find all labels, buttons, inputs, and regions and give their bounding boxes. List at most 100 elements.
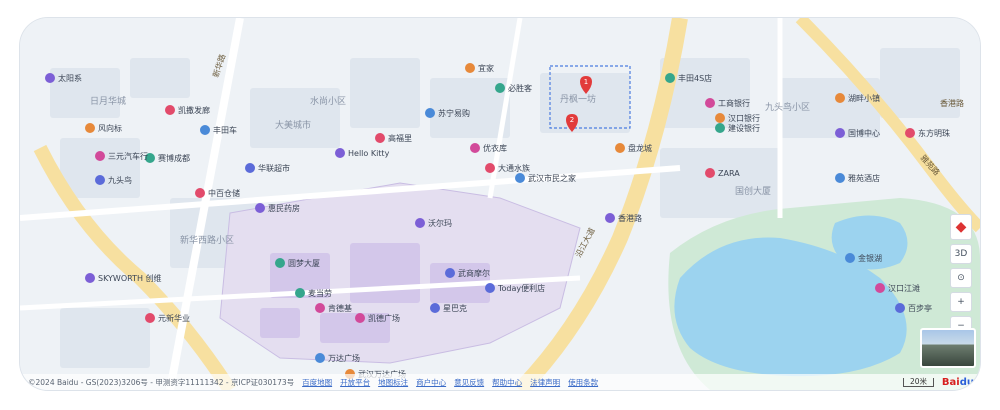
poi-marker[interactable]: 百步亭 (895, 303, 932, 313)
poi-icon (485, 283, 495, 293)
poi-label: 工商银行 (718, 98, 750, 108)
map-controls: ◆ 3D ⊙ + − (950, 214, 972, 340)
footer-link-3[interactable]: 商户中心 (416, 377, 446, 388)
footer-link-1[interactable]: 开放平台 (340, 377, 370, 388)
footer-link-6[interactable]: 法律声明 (530, 377, 560, 388)
poi-label: 风向标 (98, 123, 122, 133)
poi-marker[interactable]: 金银湖 (845, 253, 882, 263)
poi-marker[interactable]: 大通水族 (485, 163, 530, 173)
logo-part-1: Bai (941, 377, 960, 388)
poi-label: 惠民药房 (268, 203, 300, 213)
street-view-thumbnail[interactable] (920, 328, 976, 368)
poi-icon (375, 133, 385, 143)
poi-label: ZARA (718, 169, 740, 178)
poi-label: 盘龙城 (628, 143, 652, 153)
poi-icon (705, 168, 715, 178)
poi-marker[interactable]: 九头鸟 (95, 175, 132, 185)
scale-bar: 20米 (902, 378, 934, 387)
poi-marker[interactable]: 高福里 (375, 133, 412, 143)
poi-marker[interactable]: 武商摩尔 (445, 268, 490, 278)
poi-marker[interactable]: 万达广场 (315, 353, 360, 363)
poi-label: 优衣库 (483, 143, 507, 153)
locate-icon[interactable]: ⊙ (950, 268, 972, 288)
poi-marker[interactable]: 雅苑酒店 (835, 173, 880, 183)
poi-marker[interactable]: 华联超市 (245, 163, 290, 173)
poi-marker[interactable]: 东方明珠 (905, 128, 950, 138)
marker-2-label: 2 (570, 116, 574, 124)
poi-icon (665, 73, 675, 83)
poi-marker[interactable]: 风向标 (85, 123, 122, 133)
poi-marker[interactable]: Hello Kitty (335, 148, 390, 158)
map-canvas[interactable]: 日月华城 水尚小区 大美城市 丹枫一坊 新华西路小区 国创大厦 九头鸟小区 沿江… (20, 18, 980, 390)
poi-marker[interactable]: 盘龙城 (615, 143, 652, 153)
poi-icon (845, 253, 855, 263)
poi-marker[interactable]: 星巴克 (430, 303, 467, 313)
marker-1-label: 1 (584, 78, 588, 86)
poi-icon (315, 353, 325, 363)
poi-marker[interactable]: 凯德广场 (355, 313, 400, 323)
poi-marker[interactable]: 沃尔玛 (415, 218, 452, 228)
poi-icon (335, 148, 345, 158)
poi-icon (355, 313, 365, 323)
poi-label: 汉口江滩 (888, 283, 920, 293)
poi-label: 百步亭 (908, 303, 932, 313)
poi-marker[interactable]: 元新华业 (145, 313, 190, 323)
footer-link-2[interactable]: 地图标注 (378, 377, 408, 388)
footer-link-0[interactable]: 百度地图 (302, 377, 332, 388)
road-label-4: 香港路 (940, 98, 964, 108)
poi-label: 东方明珠 (918, 128, 950, 138)
poi-marker[interactable]: 工商银行 (705, 98, 750, 108)
poi-marker[interactable]: 太阳系 (45, 73, 82, 83)
footer-link-4[interactable]: 意见反馈 (454, 377, 484, 388)
poi-marker[interactable]: ZARA (705, 168, 740, 178)
poi-marker[interactable]: 麦当劳 (295, 288, 332, 298)
poi-marker[interactable]: 宜家 (465, 63, 494, 73)
poi-icon (415, 218, 425, 228)
poi-icon (875, 283, 885, 293)
poi-marker[interactable]: 苏宁易购 (425, 108, 470, 118)
poi-marker[interactable]: 汉口江滩 (875, 283, 920, 293)
poi-marker[interactable]: 赛博成都 (145, 153, 190, 163)
poi-label: 金银湖 (858, 253, 882, 263)
poi-marker[interactable]: 香港路 (605, 213, 642, 223)
poi-marker[interactable]: 肯德基 (315, 303, 352, 313)
poi-marker[interactable]: 建设银行 (715, 123, 760, 133)
poi-label: 丰田4S店 (678, 73, 712, 83)
poi-marker[interactable]: 丰田车 (200, 125, 237, 135)
poi-icon (315, 303, 325, 313)
poi-icon (715, 113, 725, 123)
poi-icon (145, 313, 155, 323)
poi-marker[interactable]: 必胜客 (495, 83, 532, 93)
poi-marker[interactable]: 中百仓储 (195, 188, 240, 198)
footer-link-7[interactable]: 使用条款 (568, 377, 598, 388)
poi-label: 肯德基 (328, 303, 352, 313)
poi-icon (465, 63, 475, 73)
poi-icon (275, 258, 285, 268)
area-label-1: 日月华城 (90, 95, 126, 107)
map-frame[interactable]: 日月华城 水尚小区 大美城市 丹枫一坊 新华西路小区 国创大厦 九头鸟小区 沿江… (20, 18, 980, 390)
footer-link-5[interactable]: 帮助中心 (492, 377, 522, 388)
poi-icon (835, 128, 845, 138)
poi-marker[interactable]: 凯撒发廊 (165, 105, 210, 115)
poi-label: Today便利店 (497, 283, 545, 293)
poi-label: 雅苑酒店 (848, 173, 880, 183)
compass-icon[interactable]: ◆ (950, 214, 972, 240)
poi-marker[interactable]: 圆梦大厦 (275, 258, 320, 268)
poi-label: 沃尔玛 (428, 218, 452, 228)
poi-marker[interactable]: 汉口银行 (715, 113, 760, 123)
zoom-in-button[interactable]: + (950, 292, 972, 312)
poi-marker[interactable]: 丰田4S店 (665, 73, 712, 83)
poi-label: 凯撒发廊 (178, 105, 210, 115)
poi-marker[interactable]: 三元汽车行 (95, 151, 148, 161)
poi-label: 湖畔小镇 (848, 93, 880, 103)
baidu-logo[interactable]: Baidu (942, 377, 974, 388)
poi-icon (430, 303, 440, 313)
poi-icon (45, 73, 55, 83)
poi-icon (515, 173, 525, 183)
poi-marker[interactable]: 湖畔小镇 (835, 93, 880, 103)
poi-marker[interactable]: 优衣库 (470, 143, 507, 153)
3d-toggle-button[interactable]: 3D (950, 244, 972, 264)
poi-marker[interactable]: 惠民药房 (255, 203, 300, 213)
poi-marker[interactable]: 国博中心 (835, 128, 880, 138)
poi-icon (715, 123, 725, 133)
